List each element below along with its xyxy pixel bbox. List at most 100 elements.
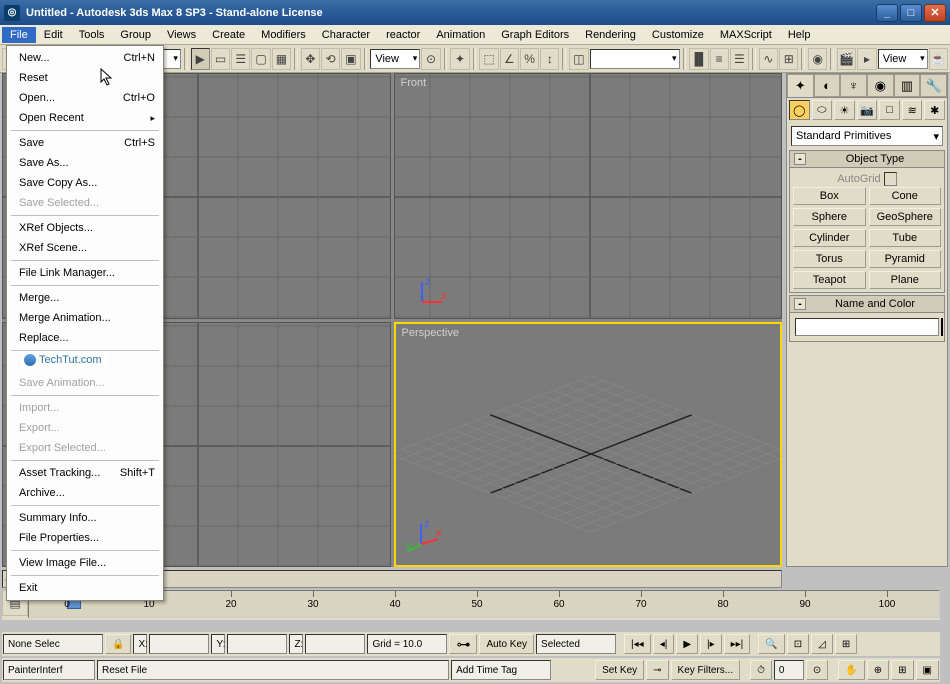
- menu-file[interactable]: File: [2, 27, 36, 43]
- rollup-toggle[interactable]: -: [794, 298, 806, 310]
- create-torus-button[interactable]: Torus: [793, 250, 866, 268]
- tab-hierarchy[interactable]: ♆: [840, 74, 867, 97]
- menu-grapheditors[interactable]: Graph Editors: [493, 27, 577, 43]
- move-button[interactable]: ✥: [301, 48, 320, 70]
- minmax-toggle-button[interactable]: ⊞: [891, 660, 913, 680]
- subtab-cameras[interactable]: 📷: [857, 100, 878, 120]
- time-config-button[interactable]: ⏱: [750, 660, 772, 680]
- zoom-button[interactable]: 🔍: [758, 634, 784, 654]
- menu-item-save[interactable]: SaveCtrl+S: [7, 133, 163, 153]
- menu-item-exit[interactable]: Exit: [7, 578, 163, 598]
- rollup-toggle[interactable]: -: [794, 153, 806, 165]
- tab-utilities[interactable]: 🔧: [920, 74, 947, 97]
- subtab-spacewarps[interactable]: ≋: [902, 100, 923, 120]
- menu-maxscript[interactable]: MAXScript: [712, 27, 780, 43]
- create-teapot-button[interactable]: Teapot: [793, 271, 866, 289]
- menu-item-xrefscene[interactable]: XRef Scene...: [7, 238, 163, 258]
- tab-display[interactable]: ▥: [894, 74, 921, 97]
- create-sphere-button[interactable]: Sphere: [793, 208, 866, 226]
- material-editor-button[interactable]: ◉: [808, 48, 827, 70]
- pan-button[interactable]: ✋: [838, 660, 864, 680]
- object-name-input[interactable]: [795, 318, 939, 336]
- window-crossing-button[interactable]: ▦: [272, 48, 291, 70]
- menu-item-archive[interactable]: Archive...: [7, 483, 163, 503]
- time-tag[interactable]: Add Time Tag: [451, 660, 551, 680]
- menu-item-open[interactable]: Open...Ctrl+O: [7, 88, 163, 108]
- menu-item-summaryinfo[interactable]: Summary Info...: [7, 508, 163, 528]
- menu-item-savecopyas[interactable]: Save Copy As...: [7, 173, 163, 193]
- color-swatch[interactable]: [941, 318, 943, 336]
- menu-create[interactable]: Create: [204, 27, 253, 43]
- render-button[interactable]: ☕: [929, 48, 948, 70]
- create-tube-button[interactable]: Tube: [869, 229, 942, 247]
- menu-item-saveas[interactable]: Save As...: [7, 153, 163, 173]
- coord-y-input[interactable]: [227, 634, 287, 654]
- play-button[interactable]: ▶: [676, 634, 698, 654]
- create-cone-button[interactable]: Cone: [869, 187, 942, 205]
- select-rect-button[interactable]: ▢: [251, 48, 270, 70]
- menu-help[interactable]: Help: [780, 27, 819, 43]
- tab-create[interactable]: ✦: [787, 74, 814, 97]
- align-button[interactable]: ≡: [710, 48, 729, 70]
- menu-animation[interactable]: Animation: [428, 27, 493, 43]
- goto-end-button[interactable]: ▸▸|: [724, 634, 751, 654]
- curve-editor-button[interactable]: ∿: [759, 48, 778, 70]
- arc-rotate-button[interactable]: ⊕: [867, 660, 889, 680]
- menu-customize[interactable]: Customize: [644, 27, 712, 43]
- create-plane-button[interactable]: Plane: [869, 271, 942, 289]
- keymode-button[interactable]: ⊸: [646, 660, 668, 680]
- scale-button[interactable]: ▣: [341, 48, 360, 70]
- maximize-button[interactable]: □: [900, 4, 922, 22]
- menu-item-merge[interactable]: Merge...: [7, 288, 163, 308]
- lock-selection-button[interactable]: 🔒: [105, 634, 131, 654]
- menu-views[interactable]: Views: [159, 27, 204, 43]
- subtab-systems[interactable]: ✱: [924, 100, 945, 120]
- menu-item-fileproperties[interactable]: File Properties...: [7, 528, 163, 548]
- rotate-button[interactable]: ⟲: [321, 48, 340, 70]
- time-config-button2[interactable]: ⊙: [806, 660, 828, 680]
- create-pyramid-button[interactable]: Pyramid: [869, 250, 942, 268]
- coord-x-input[interactable]: [149, 634, 209, 654]
- named-selection-combo[interactable]: [590, 49, 680, 69]
- menu-group[interactable]: Group: [112, 27, 159, 43]
- subtab-helpers[interactable]: □: [879, 100, 900, 120]
- snap-toggle-button[interactable]: ⬚: [479, 48, 498, 70]
- menu-tools[interactable]: Tools: [71, 27, 113, 43]
- menu-character[interactable]: Character: [314, 27, 378, 43]
- percent-snap-button[interactable]: %: [520, 48, 539, 70]
- keyfilters-button[interactable]: Key Filters...: [671, 660, 741, 680]
- render-type-combo[interactable]: View: [878, 49, 928, 69]
- menu-item-mergeanimation[interactable]: Merge Animation...: [7, 308, 163, 328]
- zoom-extents-button[interactable]: ⊞: [835, 634, 857, 654]
- menu-item-reset[interactable]: Reset: [7, 68, 163, 88]
- viewport-perspective[interactable]: Perspective zxy: [394, 322, 783, 568]
- tab-motion[interactable]: ◉: [867, 74, 894, 97]
- ref-coord-combo[interactable]: View: [370, 49, 420, 69]
- time-ruler[interactable]: 0 0102030405060708090100: [28, 590, 940, 618]
- fov-button[interactable]: ◿: [811, 634, 833, 654]
- field-of-view-button[interactable]: ▣: [916, 660, 939, 680]
- subtab-shapes[interactable]: ⬭: [812, 100, 833, 120]
- menu-item-viewimagefile[interactable]: View Image File...: [7, 553, 163, 573]
- goto-start-button[interactable]: |◂◂: [624, 634, 651, 654]
- spinner-snap-button[interactable]: ↕: [540, 48, 559, 70]
- menu-item-filelinkmanager[interactable]: File Link Manager...: [7, 263, 163, 283]
- mirror-button[interactable]: ▐▌: [689, 48, 708, 70]
- menu-item-assettracking[interactable]: Asset Tracking...Shift+T: [7, 463, 163, 483]
- layers-button[interactable]: ☰: [730, 48, 749, 70]
- current-frame-input[interactable]: 0: [774, 660, 804, 680]
- viewport-front[interactable]: Front zx: [394, 73, 783, 319]
- key-icon[interactable]: ⊶: [449, 634, 477, 654]
- close-button[interactable]: ✕: [924, 4, 946, 22]
- category-combo[interactable]: Standard Primitives: [791, 126, 943, 146]
- minimize-button[interactable]: _: [876, 4, 898, 22]
- autokey-button[interactable]: Auto Key: [479, 634, 534, 654]
- quick-render-button[interactable]: ▸: [857, 48, 876, 70]
- create-cylinder-button[interactable]: Cylinder: [793, 229, 866, 247]
- select-by-name-button[interactable]: ☰: [231, 48, 250, 70]
- coord-z-input[interactable]: [305, 634, 365, 654]
- menu-item-xrefobjects[interactable]: XRef Objects...: [7, 218, 163, 238]
- prev-frame-button[interactable]: ◂|: [653, 634, 675, 654]
- angle-snap-button[interactable]: ∠: [500, 48, 519, 70]
- subtab-lights[interactable]: ☀: [834, 100, 855, 120]
